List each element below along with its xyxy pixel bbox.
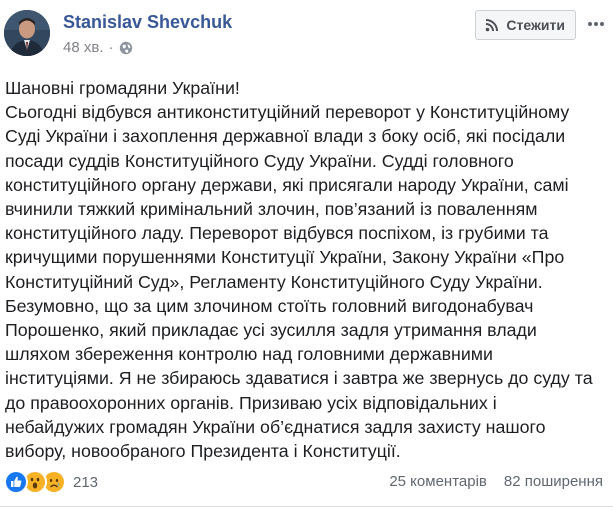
post-line: шляхом збереження контролю над головними…: [5, 344, 493, 365]
shares-count[interactable]: 82 поширення: [504, 473, 603, 490]
post-line: кричущими порушеннями Конституції Україн…: [5, 247, 565, 268]
post-body: Шановні громадяни України! Сьогодні відб…: [5, 76, 605, 463]
post-meta: 48 хв. ·: [63, 39, 133, 56]
post-line: конституційного ладу. Переворот відбувся…: [5, 223, 549, 244]
comments-count[interactable]: 25 коментарів: [389, 473, 487, 490]
post-line: конституційного органу держави, які прис…: [5, 174, 569, 195]
reactions-summary[interactable]: 213: [4, 470, 98, 494]
post-line: Сьогодні відбувся антиконституційний пер…: [5, 102, 570, 123]
avatar-portrait-icon: [4, 10, 50, 56]
post-timestamp[interactable]: 48 хв.: [63, 39, 104, 56]
follow-label: Стежити: [506, 17, 565, 33]
post-line: Шановні громадяни України!: [5, 78, 240, 98]
globe-icon[interactable]: [119, 41, 133, 55]
like-icon: [4, 470, 28, 494]
author-avatar[interactable]: [4, 10, 50, 56]
more-options-button[interactable]: [583, 12, 609, 36]
author-name[interactable]: Stanislav Shevchuk: [63, 12, 232, 33]
post-line: небайдужих громадян України об’єднатися …: [5, 416, 546, 437]
footer-divider: [0, 506, 613, 507]
post-line: вибору, новообраного Президента і Консти…: [5, 441, 401, 462]
follow-button[interactable]: Стежити: [475, 10, 576, 40]
post-line: посади суддів Конституційного Суду Украї…: [5, 150, 514, 171]
post-footer: 213 25 коментарів 82 поширення: [0, 468, 613, 494]
engagement-counts: 25 коментарів 82 поширення: [389, 473, 603, 490]
post-line: Конституційний Суд», Регламенту Конститу…: [5, 271, 543, 292]
reaction-count: 213: [73, 473, 99, 491]
post-header: Stanislav Shevchuk 48 хв. · Стежити: [0, 0, 613, 62]
more-dots-icon: [588, 22, 604, 26]
rss-icon: [484, 17, 500, 33]
post-line: вчинили тяжкий кримінальний злочин, пов’…: [5, 199, 538, 220]
facebook-post: Stanislav Shevchuk 48 хв. · Стежити Шано…: [0, 0, 613, 510]
post-line: Порошенко, який прикладає усі зусилля за…: [5, 320, 537, 341]
post-line: Суді України і захоплення державної влад…: [5, 126, 566, 147]
post-line: інституціями. Я не збираюсь здаватися і …: [5, 368, 593, 389]
post-line: Безумовно, що за цим злочином стоїть гол…: [5, 295, 534, 316]
meta-separator: ·: [108, 39, 114, 56]
post-line: до правоохоронних органів. Призиваю усіх…: [5, 392, 497, 413]
